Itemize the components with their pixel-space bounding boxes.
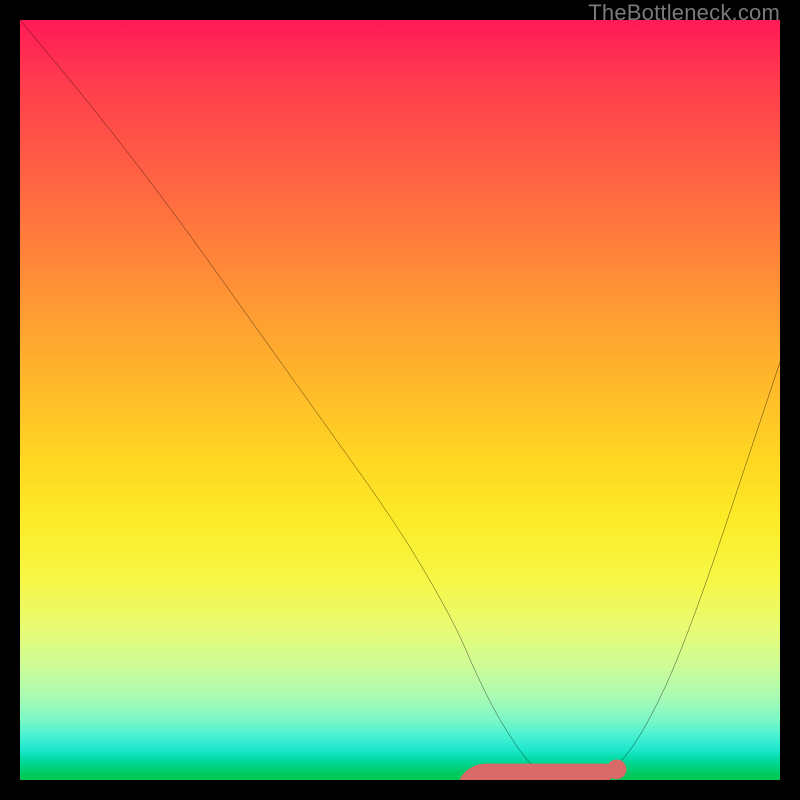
plot-area — [20, 20, 780, 780]
sweet-spot-band — [468, 772, 605, 780]
bottleneck-curve — [20, 20, 780, 780]
chart-container: TheBottleneck.com — [0, 0, 800, 800]
watermark-text: TheBottleneck.com — [588, 0, 780, 26]
sweet-spot-marker — [607, 759, 627, 779]
curve-overlay — [20, 20, 780, 780]
